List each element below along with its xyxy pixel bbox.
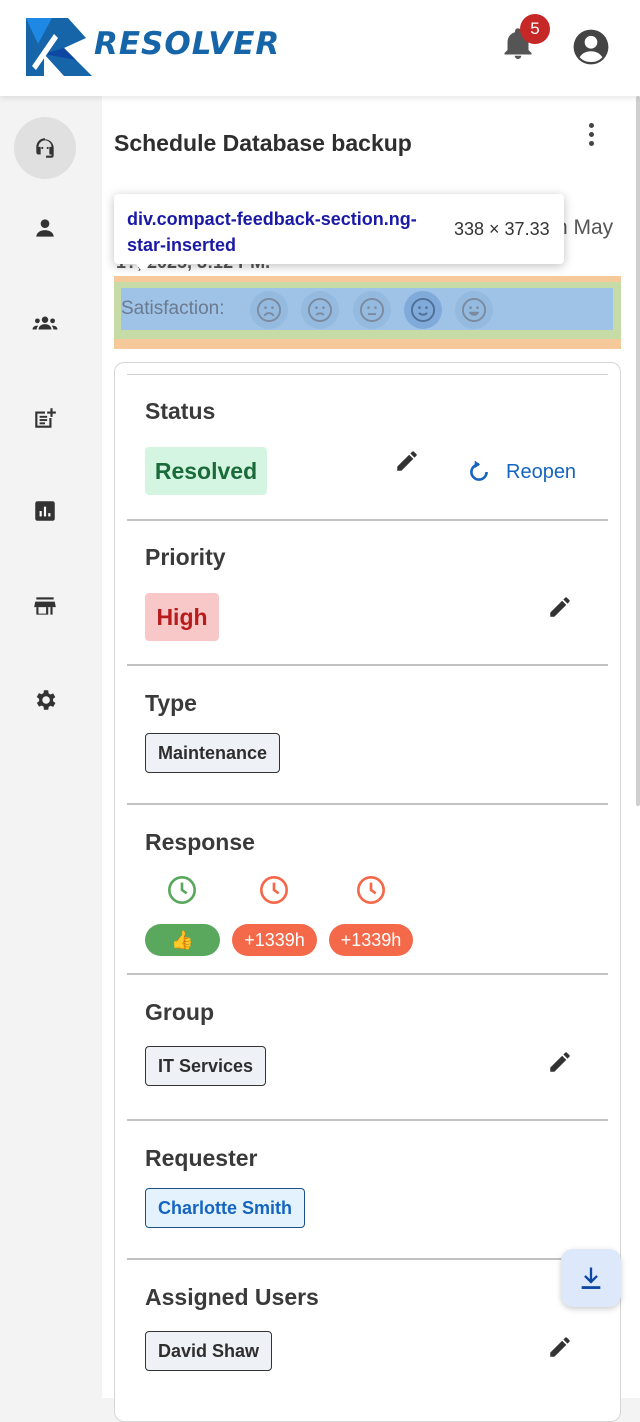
tooltip-arrow bbox=[134, 262, 152, 272]
refresh-icon bbox=[470, 460, 488, 481]
neutral-icon[interactable] bbox=[353, 291, 391, 329]
status-heading: Status bbox=[145, 398, 216, 424]
ticket-title: Schedule Database backup bbox=[114, 130, 412, 156]
priority-badge: High bbox=[145, 593, 219, 641]
reopen-button[interactable]: Reopen bbox=[466, 456, 576, 488]
resolver-logo[interactable]: RESOLVER bbox=[24, 16, 294, 78]
analytics-icon[interactable] bbox=[14, 480, 76, 542]
response-heading: Response bbox=[145, 829, 255, 855]
groups-icon[interactable] bbox=[14, 292, 76, 354]
resolution-overdue-pill: +1339h bbox=[329, 924, 413, 956]
divider bbox=[127, 803, 608, 805]
type-heading: Type bbox=[145, 690, 197, 716]
logo-text: RESOLVER bbox=[94, 26, 281, 62]
clock-icon bbox=[357, 876, 385, 904]
type-chip: Maintenance bbox=[145, 733, 281, 773]
edit-assigned-users-icon[interactable] bbox=[547, 1334, 573, 1360]
response-on-time-pill: 👍 bbox=[145, 924, 220, 956]
clock-icon bbox=[168, 876, 196, 904]
notification-badge: 5 bbox=[520, 14, 550, 44]
edit-priority-icon[interactable] bbox=[547, 594, 573, 620]
side-nav bbox=[0, 96, 90, 1398]
tooltip-size: 338 × 37.33 bbox=[454, 219, 550, 239]
very-dissatisfied-icon[interactable] bbox=[250, 291, 288, 329]
response-overdue-pill: +1339h bbox=[232, 924, 317, 956]
satisfaction-label: Satisfaction: bbox=[121, 298, 225, 319]
settings-icon[interactable] bbox=[14, 669, 76, 731]
support-agent-icon[interactable] bbox=[14, 117, 76, 179]
account-avatar-icon[interactable] bbox=[572, 28, 610, 66]
panel-scrollbar[interactable] bbox=[636, 96, 640, 806]
group-heading: Group bbox=[145, 999, 214, 1025]
divider bbox=[127, 374, 608, 375]
reopen-label: Reopen bbox=[506, 460, 577, 483]
divider bbox=[127, 664, 608, 666]
top-bar: RESOLVER 5 bbox=[0, 0, 640, 96]
post-add-icon[interactable] bbox=[14, 387, 76, 449]
divider bbox=[127, 1119, 608, 1121]
priority-heading: Priority bbox=[145, 544, 226, 570]
store-icon[interactable] bbox=[14, 575, 76, 637]
tooltip-selector: div.compact-feedback-section.ng-star-ins… bbox=[127, 209, 417, 255]
more-options-icon[interactable] bbox=[580, 120, 602, 148]
clock-icon bbox=[260, 876, 288, 904]
download-button[interactable] bbox=[561, 1249, 621, 1307]
person-icon[interactable] bbox=[14, 197, 76, 259]
download-icon bbox=[581, 1267, 601, 1289]
divider bbox=[127, 1258, 608, 1260]
very-satisfied-icon[interactable] bbox=[455, 291, 493, 329]
satisfied-icon[interactable] bbox=[404, 291, 442, 329]
status-badge: Resolved bbox=[145, 447, 267, 495]
logo-mark-icon bbox=[26, 18, 92, 76]
ticket-meta-partial: n May bbox=[556, 216, 614, 239]
devtools-tooltip: div.compact-feedback-section.ng-star-ins… bbox=[114, 194, 564, 264]
assigned-users-heading: Assigned Users bbox=[145, 1284, 319, 1310]
edit-status-icon[interactable] bbox=[394, 448, 420, 474]
divider bbox=[127, 519, 608, 521]
assigned-user-chip: David Shaw bbox=[145, 1331, 273, 1371]
divider bbox=[127, 973, 608, 975]
edit-group-icon[interactable] bbox=[547, 1049, 573, 1075]
dissatisfied-icon[interactable] bbox=[301, 291, 339, 329]
requester-heading: Requester bbox=[145, 1145, 258, 1171]
requester-chip[interactable]: Charlotte Smith bbox=[145, 1188, 306, 1228]
group-chip: IT Services bbox=[145, 1046, 267, 1086]
